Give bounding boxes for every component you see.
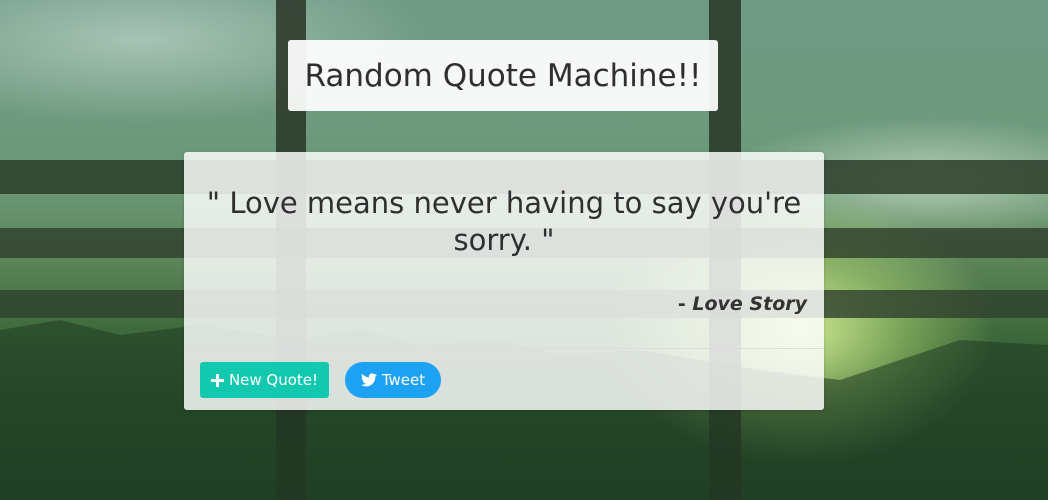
author-name: Love Story — [692, 293, 807, 315]
author-dash: - — [677, 293, 693, 315]
tweet-label: Tweet — [381, 371, 426, 389]
page-title: Random Quote Machine!! — [304, 57, 702, 94]
quote-author: - Love Story — [678, 293, 807, 315]
title-panel: Random Quote Machine!! — [288, 40, 718, 111]
card-divider — [184, 348, 824, 349]
new-quote-button[interactable]: New Quote! — [200, 362, 329, 398]
quote-text: " Love means never having to say you're … — [206, 186, 802, 257]
new-quote-label: New Quote! — [228, 371, 319, 389]
tweet-button[interactable]: Tweet — [345, 362, 441, 398]
plus-icon — [210, 373, 224, 387]
quote-card: " Love means never having to say you're … — [184, 152, 824, 410]
twitter-bird-icon — [360, 373, 377, 387]
